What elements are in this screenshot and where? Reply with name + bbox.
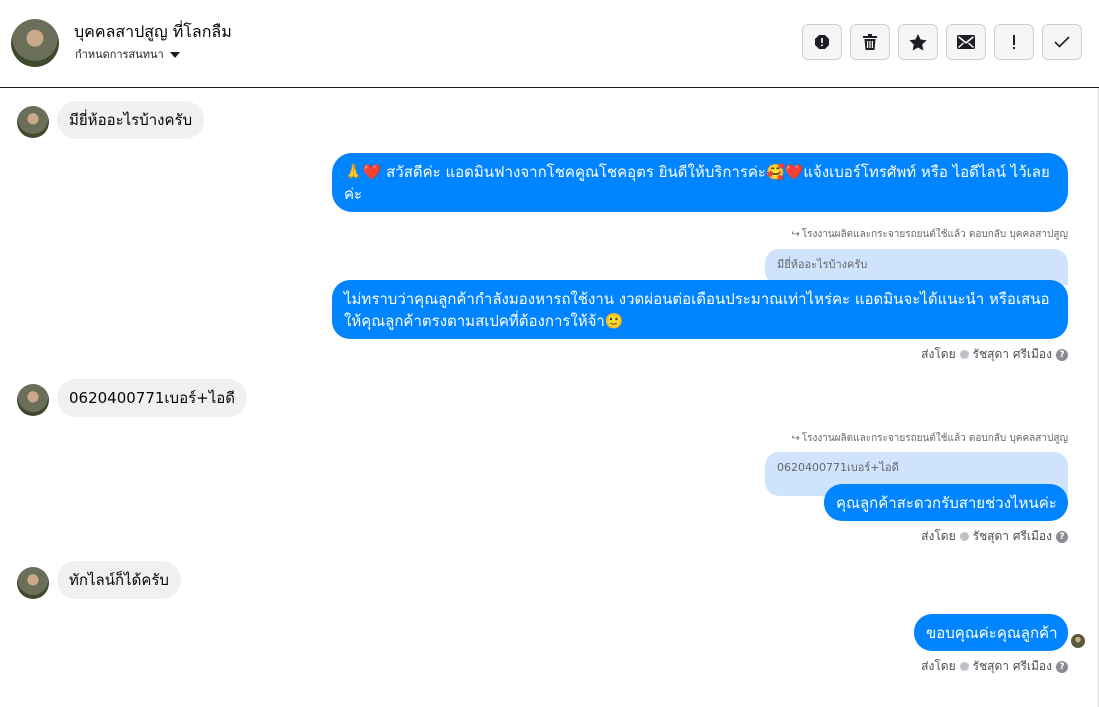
assign-conversation-dropdown[interactable]: กำหนดการสนทนา: [75, 45, 180, 63]
sent-by-label: ส่งโดย: [921, 347, 956, 361]
contact-avatar-small[interactable]: [17, 106, 49, 138]
done-check-icon: [1054, 36, 1070, 48]
sent-by-label: ส่งโดย: [921, 659, 956, 673]
report-spam-button[interactable]: [802, 24, 842, 60]
sent-status-icon: [959, 532, 969, 541]
reply-context-text: โรงงานผลิตและกระจายรถยนต์ใช้แล้ว ตอบกลับ…: [801, 229, 1068, 240]
sent-by-info: ส่งโดย รัชสุดา ศรีเมือง ?: [921, 657, 1068, 676]
incoming-message: ทักไลน์ก็ได้ครับ: [57, 561, 181, 599]
caret-down-icon: [169, 51, 180, 58]
assign-label: กำหนดการสนทนา: [75, 48, 164, 61]
sent-by-info: ส่งโดย รัชสุดา ศรีเมือง ?: [921, 345, 1068, 364]
outgoing-message: คุณลูกค้าสะดวกรับสายช่วงไหนค่ะ: [824, 484, 1068, 521]
sent-by-info: ส่งโดย รัชสุดา ศรีเมือง ?: [921, 527, 1068, 546]
conversation-header: บุคคลสาปสูญ ที่โลกลืม กำหนดการสนทนา: [0, 0, 1099, 88]
reply-context: ↪ โรงงานผลิตและกระจายรถยนต์ใช้แล้ว ตอบกล…: [791, 227, 1068, 242]
reply-context-text: โรงงานผลิตและกระจายรถยนต์ใช้แล้ว ตอบกลับ…: [801, 433, 1068, 444]
outgoing-message: ขอบคุณค่ะคุณลูกค้า: [914, 614, 1068, 651]
delete-button[interactable]: [850, 24, 890, 60]
help-icon[interactable]: ?: [1056, 348, 1068, 361]
mail-icon: [957, 35, 975, 49]
mark-done-button[interactable]: [1042, 24, 1082, 60]
star-icon: [909, 33, 927, 50]
report-spam-icon: [815, 35, 829, 49]
contact-avatar-small[interactable]: [17, 567, 49, 599]
sender-name[interactable]: รัชสุดา ศรีเมือง: [973, 527, 1052, 546]
contact-name[interactable]: บุคคลสาปสูญ ที่โลกลืม: [74, 20, 232, 45]
outgoing-message: ไม่ทราบว่าคุณลูกค้ากำลังมองหารถใช้งาน งว…: [332, 280, 1068, 339]
reply-arrow-icon: ↪: [791, 433, 800, 444]
sender-name[interactable]: รัชสุดา ศรีเมือง: [973, 657, 1052, 676]
sent-by-label: ส่งโดย: [921, 529, 956, 543]
help-icon[interactable]: ?: [1056, 530, 1068, 543]
contact-avatar-small[interactable]: [17, 384, 49, 416]
contact-avatar[interactable]: [11, 19, 59, 67]
trash-icon: [863, 34, 877, 50]
reply-context: ↪ โรงงานผลิตและกระจายรถยนต์ใช้แล้ว ตอบกล…: [791, 431, 1068, 446]
follow-up-button[interactable]: [994, 24, 1034, 60]
star-button[interactable]: [898, 24, 938, 60]
follow-up-icon: [1013, 35, 1015, 49]
mark-unread-button[interactable]: [946, 24, 986, 60]
sender-name[interactable]: รัชสุดา ศรีเมือง: [973, 345, 1052, 364]
incoming-message: มียี่ห้ออะไรบ้างครับ: [57, 101, 205, 139]
sent-status-icon: [959, 350, 969, 359]
sent-status-icon: [959, 662, 969, 671]
help-icon[interactable]: ?: [1056, 660, 1068, 673]
reply-arrow-icon: ↪: [791, 229, 800, 240]
seen-indicator-avatar: [1071, 634, 1085, 648]
incoming-message: 0620400771เบอร์+ไอดี: [57, 379, 248, 417]
outgoing-message: 🙏❤️ สวัสดีค่ะ แอดมินฟางจากโชคคูณโชคอุตร …: [332, 153, 1068, 212]
